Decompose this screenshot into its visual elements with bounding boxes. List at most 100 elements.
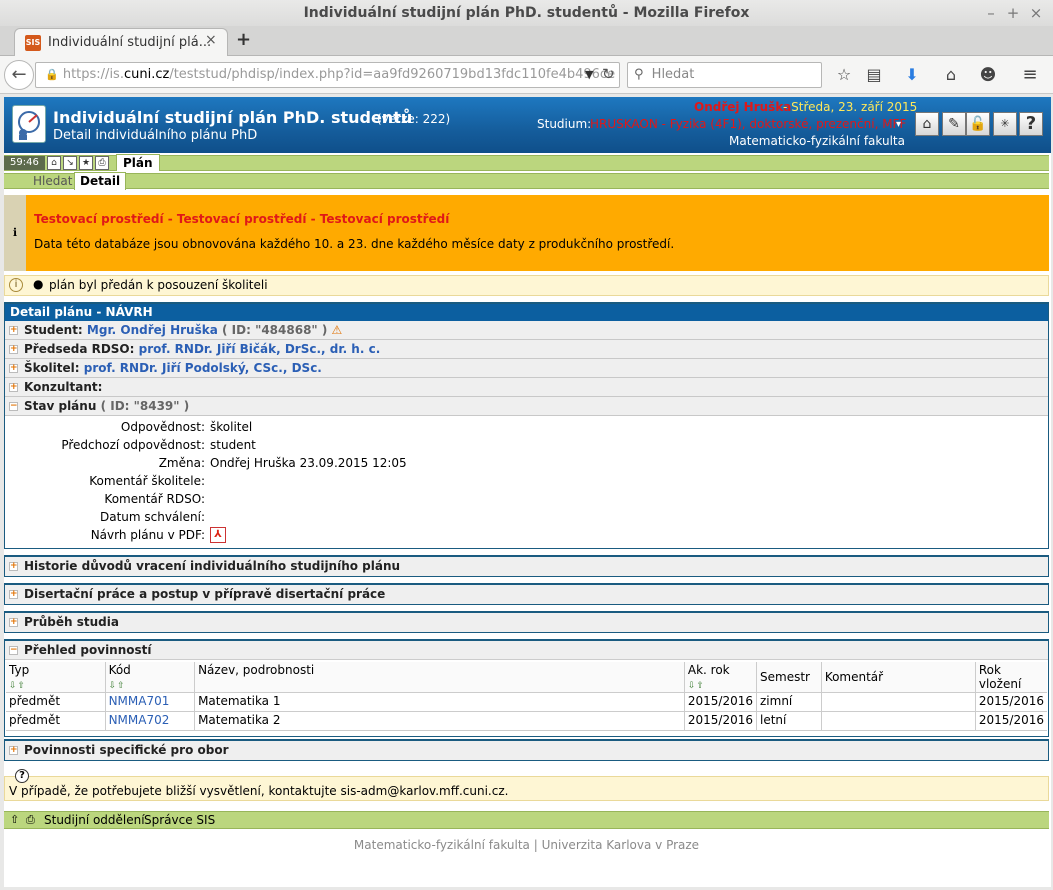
print-small-icon[interactable]: ⎙ <box>26 813 35 827</box>
expand-icon[interactable]: + <box>9 562 18 571</box>
chair-row[interactable]: + Předseda RDSO: prof. RNDr. Jiří Bičák, … <box>5 340 1048 359</box>
study-select[interactable]: HRUSKAON - Fyzika (4F1), doktorské, prez… <box>590 117 906 131</box>
home-icon[interactable]: ⌂ <box>940 63 962 87</box>
window-titlebar: Individuální studijní plán PhD. studentů… <box>0 0 1053 26</box>
url-prefix: https://is. <box>62 67 124 82</box>
sis-header: Individuální studijní plán PhD. studentů… <box>4 97 1051 153</box>
col-inserted: Rok vložení <box>974 662 1047 693</box>
supervisor-row[interactable]: + Školitel: prof. RNDr. Jiří Podolský, CS… <box>5 359 1048 378</box>
student-row[interactable]: + Student: Mgr. Ondřej Hruška ( ID: "4848… <box>5 321 1048 340</box>
close-window-button[interactable]: × <box>1027 3 1045 23</box>
tab-title: Individuální studijní plá... <box>48 35 212 50</box>
history-section[interactable]: + Historie důvodů vracení individuálního … <box>4 555 1049 577</box>
sort-arrows-icon[interactable]: ⇩⇧ <box>109 681 126 691</box>
cell-type: předmět <box>6 711 106 731</box>
progress-title: Průběh studia <box>24 615 119 629</box>
study-dept-link[interactable]: Studijní oddělení <box>44 813 145 827</box>
collapse-icon[interactable]: − <box>9 646 18 655</box>
english-flag-button[interactable]: ✳ <box>993 112 1017 136</box>
back-button[interactable]: ← <box>4 60 34 90</box>
consultant-row[interactable]: + Konzultant: <box>5 378 1048 397</box>
expand-icon[interactable]: + <box>9 618 18 627</box>
new-tab-button[interactable]: + <box>236 29 251 50</box>
faculty-link[interactable]: Matematicko-fyzikální fakulta <box>354 838 530 852</box>
tab-plan[interactable]: Plán <box>116 154 160 171</box>
cell-semester: letní <box>756 711 822 731</box>
duties-title: Přehled povinností <box>24 643 152 657</box>
field-value: školitel <box>210 420 253 434</box>
favorite-star-icon[interactable]: ★ <box>79 156 93 170</box>
open-new-icon[interactable]: ↘ <box>63 156 77 170</box>
tab-search[interactable]: Hledat <box>33 174 72 188</box>
notes-button[interactable]: ✎ <box>942 112 966 136</box>
menu-hamburger-icon[interactable]: ≡ <box>1019 63 1041 87</box>
collapse-icon[interactable]: − <box>9 402 18 411</box>
help-button[interactable]: ? <box>1019 112 1043 136</box>
expand-icon[interactable]: + <box>9 345 18 354</box>
sort-arrows-icon[interactable]: ⇩⇧ <box>688 681 705 691</box>
help-text: V případě, že potřebujete bližší vysvětl… <box>9 784 509 798</box>
university-link[interactable]: Univerzita Karlova v Praze <box>542 838 699 852</box>
cell-inserted: 2015/2016 <box>974 692 1047 712</box>
maximize-button[interactable]: + <box>1004 3 1022 23</box>
cell-code-link[interactable]: NMMA701 <box>104 692 196 712</box>
expand-icon[interactable]: + <box>9 746 18 755</box>
supervisor-link[interactable]: prof. RNDr. Jiří Podolský, CSc., DSc. <box>84 361 322 375</box>
warning-text: Data této databáze jsou obnovována každé… <box>34 237 675 251</box>
warning-triangle-icon: ⚠ <box>331 323 343 337</box>
col-name: Název, podrobnosti <box>194 662 685 693</box>
expand-icon[interactable]: + <box>9 364 18 373</box>
expand-icon[interactable]: + <box>9 590 18 599</box>
progress-section[interactable]: + Průběh studia <box>4 611 1049 633</box>
cell-comment <box>820 692 976 712</box>
up-arrow-icon[interactable]: ⇧ <box>10 813 19 826</box>
field-value: student <box>210 438 256 452</box>
home-small-icon[interactable]: ⌂ <box>47 156 61 170</box>
reading-list-icon[interactable]: ▤ <box>863 63 885 87</box>
chair-link[interactable]: prof. RNDr. Jiří Bičák, DrSc., dr. h. c. <box>139 342 381 356</box>
field-value: Ondřej Hruška 23.09.2015 12:05 <box>210 456 407 470</box>
student-link[interactable]: Mgr. Ondřej Hruška <box>87 323 218 337</box>
pdf-icon[interactable]: ⅄ <box>210 527 226 543</box>
logout-lock-button[interactable]: 🔓 <box>966 112 990 136</box>
submenu-bar: Hledat Detail <box>4 172 1049 190</box>
reload-icon[interactable]: ↻ <box>602 65 615 83</box>
state-row[interactable]: − Stav plánu ( ID: "8439" ) <box>5 397 1048 416</box>
field-label: Předchozí odpovědnost: <box>61 438 205 452</box>
state-fields: Odpovědnost: školitel Předchozí odpovědn… <box>5 416 1048 546</box>
download-icon[interactable]: ⬇ <box>901 63 923 87</box>
cell-code-link[interactable]: NMMA702 <box>104 711 196 731</box>
study-dropdown-icon[interactable]: ▾ <box>896 119 901 130</box>
specific-title: Povinnosti specifické pro obor <box>24 743 229 757</box>
browser-tab[interactable]: SIS Individuální studijní plá... × <box>14 28 228 57</box>
sort-arrows-icon[interactable]: ⇩⇧ <box>9 681 26 691</box>
bookmark-star-icon[interactable]: ☆ <box>833 63 855 87</box>
footer-bar: ⇧ ⎙ Studijní oddělení Správce SIS <box>4 811 1049 829</box>
plan-detail-box: Detail plánu - NÁVRH + Student: Mgr. Ondř… <box>4 302 1049 549</box>
specific-section[interactable]: + Povinnosti specifické pro obor <box>4 739 1049 761</box>
tab-detail[interactable]: Detail <box>74 172 127 190</box>
table-header-row: Typ ⇩⇧ Kód ⇩⇧ Název, podrobnosti Ak. rok ⇩⇧… <box>6 662 1047 693</box>
navigation-bar: ← 🔒 https://is.cuni.cz/teststud/phdisp/i… <box>0 56 1053 94</box>
col-semester: Semestr <box>756 662 822 693</box>
sis-admin-link[interactable]: Správce SIS <box>144 813 215 827</box>
thesis-section[interactable]: + Disertační práce a postup v přípravě di… <box>4 583 1049 605</box>
chat-icon[interactable]: ☻ <box>977 63 999 87</box>
minimize-button[interactable]: – <box>982 3 1000 23</box>
field-label: Návrh plánu v PDF: <box>90 528 205 542</box>
page-subtitle: Detail individuálního plánu PhD <box>53 128 258 143</box>
url-dropdown-icon[interactable]: ▼ <box>585 68 593 81</box>
faculty-name: Matematicko-fyzikální fakulta <box>729 134 905 148</box>
expand-icon[interactable]: + <box>9 383 18 392</box>
home-button[interactable]: ⌂ <box>915 112 939 136</box>
url-bar[interactable]: 🔒 https://is.cuni.cz/teststud/phdisp/ind… <box>35 62 620 88</box>
url-path: /teststud/phdisp/index.php?id=aa9fd92607… <box>169 67 616 82</box>
search-bar[interactable]: ⚲ Hledat <box>627 62 822 88</box>
expand-icon[interactable]: + <box>9 326 18 335</box>
cell-semester: zimní <box>756 692 822 712</box>
col-comment: Komentář <box>820 662 976 693</box>
notice-text: plán byl předán k posouzení školiteli <box>49 278 268 292</box>
print-icon[interactable]: ⎙ <box>95 156 109 170</box>
tab-close-icon[interactable]: × <box>205 32 217 48</box>
field-label: Změna: <box>158 456 205 470</box>
